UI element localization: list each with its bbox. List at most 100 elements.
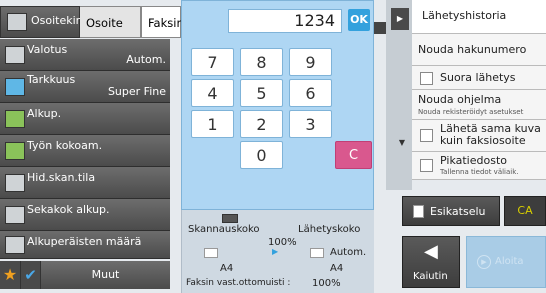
key-2[interactable]: 2 — [240, 110, 283, 138]
arrow-right-icon: ▶ — [272, 247, 279, 256]
key-0[interactable]: 0 — [240, 141, 283, 169]
send-history-item[interactable]: Lähetyshistoria — [412, 0, 546, 34]
memory-label: Faksin vast.ottomuisti : — [186, 278, 291, 288]
call-program-item[interactable]: Nouda ohjelma Nouda rekisteröidyt asetuk… — [412, 90, 546, 120]
start-label: Aloita — [495, 256, 524, 267]
start-icon: ▶ — [477, 255, 491, 269]
mixed-size-title: Sekakok alkup. — [27, 203, 110, 216]
job-build-button[interactable]: Työn kokoam. — [0, 135, 170, 167]
key-7[interactable]: 7 — [191, 48, 234, 76]
address-field[interactable]: Osoite — [80, 6, 141, 38]
job-build-title: Työn kokoam. — [27, 139, 103, 152]
quick-file-checkbox[interactable] — [420, 159, 433, 172]
more-button[interactable]: Muut — [40, 261, 170, 289]
key-4-label: 4 — [207, 84, 218, 103]
original-count-icon — [5, 235, 25, 254]
key-3[interactable]: 3 — [289, 110, 332, 138]
exposure-value: Autom. — [126, 53, 166, 66]
speaker-button[interactable]: ◀ Kaiutin — [402, 236, 460, 288]
direct-send-checkbox[interactable] — [420, 72, 433, 85]
preview-button[interactable]: Esikatselu — [402, 196, 500, 226]
scan-paper-icon — [204, 248, 218, 258]
same-image-checkbox[interactable] — [420, 129, 433, 142]
number-display-value: 1234 — [294, 11, 335, 30]
resolution-title: Tarkkuus — [27, 73, 76, 86]
scroll-down-button[interactable]: ▼ — [396, 138, 408, 148]
ok-button[interactable]: OK — [348, 9, 370, 31]
send-mode-value: Autom. — [330, 247, 367, 258]
fax-label: Faksin — [148, 16, 184, 30]
key-5-label: 5 — [256, 84, 267, 103]
call-program-sublabel: Nouda rekisteröidyt asetukset — [418, 108, 524, 116]
scan-size-label: Skannauskoko — [188, 224, 260, 235]
speaker-label: Kaiutin — [413, 271, 448, 282]
call-program-label: Nouda ohjelma — [418, 93, 502, 106]
resolution-icon — [5, 77, 25, 96]
address-book-button[interactable]: Osoitekirja — [0, 6, 90, 38]
slow-scan-icon — [5, 173, 25, 192]
original-icon — [5, 109, 25, 128]
original-count-title: Alkuperäisten määrä — [27, 235, 142, 248]
quick-file-item[interactable]: Pikatiedosto Tallenna tiedot väliaik. — [412, 152, 546, 180]
collapse-panel-button[interactable]: ▶ — [391, 8, 409, 30]
chevron-down-icon: ▼ — [398, 138, 406, 147]
key-6[interactable]: 6 — [289, 79, 332, 107]
same-image-label: Lähetä sama kuva kuin faksiosoite — [440, 122, 541, 147]
clear-label: C — [348, 148, 359, 163]
numeric-keypad-panel: 1234 OK 7 8 9 4 5 6 1 2 3 0 C — [181, 0, 374, 210]
resolution-button[interactable]: Tarkkuus Super Fine — [0, 71, 170, 103]
key-7-label: 7 — [207, 53, 218, 72]
preview-label: Esikatselu — [430, 205, 486, 218]
preview-icon — [413, 205, 424, 218]
play-arrow-icon: ▶ — [396, 14, 404, 23]
mixed-size-button[interactable]: Sekakok alkup. — [0, 199, 170, 231]
exposure-title: Valotus — [27, 43, 68, 56]
key-1-label: 1 — [207, 115, 218, 134]
quick-file-label: Pikatiedosto — [440, 154, 507, 167]
favorite-button[interactable]: ★ — [0, 261, 20, 289]
polling-item[interactable]: Nouda hakunumero — [412, 34, 546, 66]
send-size-label: Lähetyskoko — [298, 224, 361, 235]
slow-scan-button[interactable]: Hid.skan.tila — [0, 167, 170, 199]
scan-info-panel: Skannauskoko Lähetyskoko 100% ▶ Autom. A… — [181, 210, 374, 293]
original-count-button[interactable]: Alkuperäisten määrä — [0, 231, 170, 259]
star-icon: ★ — [2, 265, 18, 284]
exposure-button[interactable]: Valotus Autom. — [0, 39, 170, 71]
direct-send-item[interactable]: Suora lähetys — [412, 66, 546, 90]
quick-file-sublabel: Tallenna tiedot väliaik. — [440, 168, 519, 176]
key-9-label: 9 — [305, 53, 316, 72]
memory-value: 100% — [312, 278, 341, 289]
key-6-label: 6 — [305, 84, 316, 103]
fax-tab[interactable]: Faksin — [141, 6, 184, 38]
more-label: Muut — [91, 268, 120, 281]
job-build-icon — [5, 141, 25, 160]
ok-label: OK — [350, 13, 368, 26]
send-paper-icon — [310, 248, 324, 258]
number-display: 1234 — [228, 9, 342, 33]
mixed-size-icon — [5, 205, 25, 224]
address-book-icon — [7, 13, 27, 31]
clear-all-button[interactable]: CA — [504, 196, 546, 226]
polling-label: Nouda hakunumero — [418, 43, 527, 56]
key-5[interactable]: 5 — [240, 79, 283, 107]
key-0-label: 0 — [256, 146, 267, 165]
original-button[interactable]: Alkup. — [0, 103, 170, 135]
clear-all-label: CA — [517, 204, 533, 217]
key-1[interactable]: 1 — [191, 110, 234, 138]
clear-button[interactable]: C — [335, 141, 372, 169]
key-8-label: 8 — [256, 53, 267, 72]
keypad-scroll-edge — [374, 22, 386, 34]
key-9[interactable]: 9 — [289, 48, 332, 76]
same-image-item[interactable]: Lähetä sama kuva kuin faksiosoite — [412, 120, 546, 152]
exposure-icon — [5, 45, 25, 64]
direct-send-label: Suora lähetys — [440, 71, 516, 84]
key-2-label: 2 — [256, 115, 267, 134]
key-8[interactable]: 8 — [240, 48, 283, 76]
check-button[interactable]: ✔ — [20, 261, 40, 289]
slow-scan-title: Hid.skan.tila — [27, 171, 96, 184]
key-4[interactable]: 4 — [191, 79, 234, 107]
checkmark-icon: ✔ — [24, 266, 37, 284]
scanner-icon — [222, 214, 238, 223]
send-paper-value: A4 — [330, 263, 344, 274]
start-button[interactable]: ▶ Aloita — [466, 236, 546, 288]
